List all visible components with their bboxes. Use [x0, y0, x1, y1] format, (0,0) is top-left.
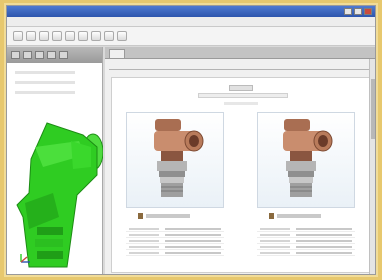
- sheet-title: [229, 85, 253, 91]
- menu-bar: [7, 17, 375, 27]
- property-key: [260, 227, 290, 230]
- toolbar-button[interactable]: [39, 31, 49, 41]
- elbow-fitting-part-2: [283, 119, 333, 197]
- property-value: [296, 239, 352, 242]
- toolbar-button[interactable]: [26, 31, 36, 41]
- property-key: [129, 227, 159, 230]
- open-part-label: [277, 214, 321, 218]
- toolbar-button[interactable]: [91, 31, 101, 41]
- filter-icon[interactable]: [35, 51, 44, 59]
- scrollbar-thumb[interactable]: [371, 79, 375, 139]
- property-key: [260, 245, 290, 248]
- toolbar: [7, 27, 375, 46]
- toolbar-button[interactable]: [52, 31, 62, 41]
- property-key: [129, 239, 159, 242]
- part-image-frame[interactable]: [257, 112, 355, 208]
- toolbar-button[interactable]: [65, 31, 75, 41]
- tree-item[interactable]: [15, 91, 75, 94]
- vertical-scrollbar[interactable]: [369, 59, 375, 274]
- minimize-button[interactable]: [344, 8, 352, 15]
- window-controls: [344, 8, 372, 15]
- property-value: [296, 227, 352, 230]
- model-tree: [15, 71, 75, 101]
- close-button[interactable]: [364, 8, 372, 15]
- property-value: [165, 251, 221, 254]
- part-file-icon: [269, 213, 274, 219]
- open-part-link[interactable]: [138, 213, 190, 219]
- part-file-icon: [138, 213, 143, 219]
- application-window: [6, 5, 376, 275]
- property-value: [296, 251, 352, 254]
- sheet-subtitle: [198, 93, 288, 98]
- green-elbow-3d-model[interactable]: [15, 107, 103, 270]
- tree-item[interactable]: [15, 71, 75, 74]
- title-bar: [7, 6, 375, 17]
- properties-table: [126, 226, 224, 256]
- property-value: [165, 245, 221, 248]
- toolbar-button[interactable]: [13, 31, 23, 41]
- table-row: [257, 249, 355, 256]
- table-row: [126, 249, 224, 256]
- property-value: [296, 233, 352, 236]
- property-key: [129, 233, 159, 236]
- property-key: [260, 251, 290, 254]
- view-icon[interactable]: [11, 51, 20, 59]
- toolbar-button[interactable]: [117, 31, 127, 41]
- toolbar-button[interactable]: [78, 31, 88, 41]
- panel-heading: [105, 59, 375, 69]
- property-key: [260, 233, 290, 236]
- tree-icon[interactable]: [23, 51, 32, 59]
- part-card: [257, 112, 355, 262]
- settings-icon[interactable]: [59, 51, 68, 59]
- tab-bar: [105, 47, 375, 59]
- property-key: [129, 245, 159, 248]
- axis-triad-icon: [20, 254, 30, 263]
- property-value: [165, 227, 221, 230]
- open-part-link[interactable]: [269, 213, 321, 219]
- part-card: [126, 112, 224, 262]
- property-key: [260, 239, 290, 242]
- open-part-label: [146, 214, 190, 218]
- properties-table: [257, 226, 355, 256]
- property-value: [165, 239, 221, 242]
- details-panel: [105, 47, 375, 274]
- model-panel: [7, 47, 103, 274]
- tab-details[interactable]: [109, 49, 125, 58]
- comparison-sheet: [111, 77, 371, 273]
- property-value: [165, 233, 221, 236]
- divider: [109, 69, 371, 70]
- property-key: [129, 251, 159, 254]
- maximize-button[interactable]: [354, 8, 362, 15]
- toolbar-button[interactable]: [104, 31, 114, 41]
- tree-item[interactable]: [15, 81, 75, 84]
- layers-icon[interactable]: [47, 51, 56, 59]
- sheet-caption: [224, 102, 258, 105]
- model-panel-toolbar: [7, 47, 102, 63]
- property-value: [296, 245, 352, 248]
- elbow-fitting-part-1: [154, 119, 204, 197]
- part-image-frame[interactable]: [126, 112, 224, 208]
